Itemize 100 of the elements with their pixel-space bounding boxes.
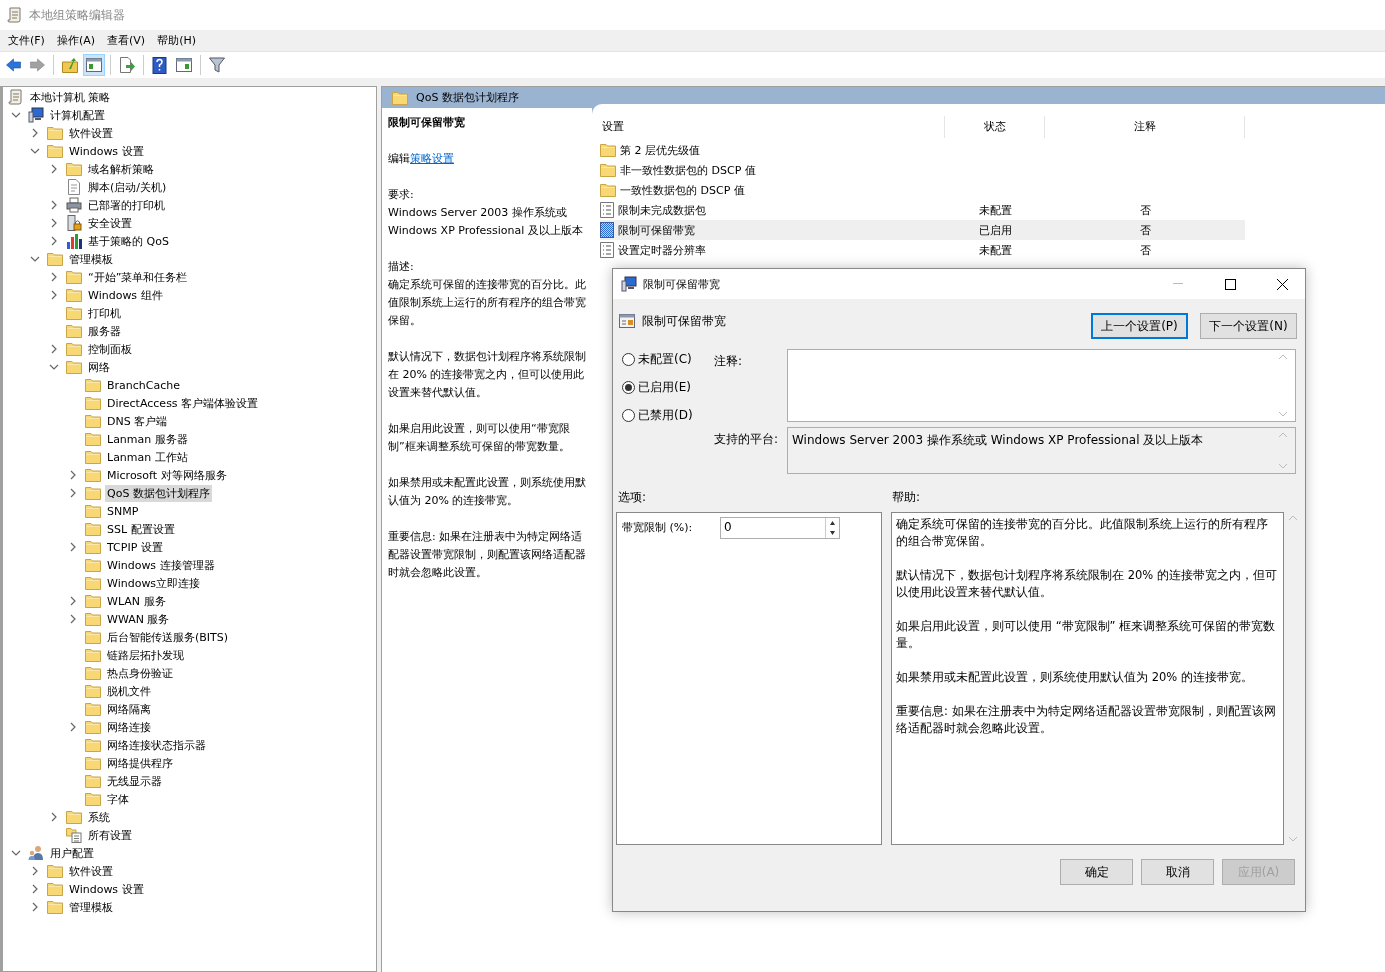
tree-item[interactable]: 基于策略的 QoS — [86, 232, 171, 250]
menu-item[interactable]: 查看(V) — [101, 33, 152, 48]
tree-item[interactable]: 域名解析策略 — [86, 160, 156, 178]
radio-icon[interactable] — [622, 352, 635, 366]
tree-item[interactable]: 控制面板 — [86, 340, 134, 358]
tree-item[interactable]: 网络隔离 — [105, 700, 153, 718]
tree-item[interactable]: “开始”菜单和任务栏 — [86, 268, 190, 286]
radio-option[interactable]: 未配置(C) — [622, 350, 714, 368]
chevron-icon[interactable] — [30, 146, 40, 156]
menu-item[interactable]: 文件(F) — [2, 33, 51, 48]
tree-item[interactable]: 服务器 — [86, 322, 123, 340]
chevron-icon[interactable] — [49, 272, 59, 282]
chevron-icon[interactable] — [11, 110, 21, 120]
table-row[interactable]: 非一致性数据包的 DSCP 值 — [600, 160, 1245, 180]
chevron-icon[interactable] — [49, 164, 59, 174]
tree-item[interactable]: DirectAccess 客户端体验设置 — [105, 394, 261, 412]
policy-settings-link[interactable]: 策略设置 — [410, 152, 454, 165]
tree-item[interactable]: 打印机 — [86, 304, 123, 322]
chevron-icon[interactable] — [49, 362, 59, 372]
tree-item[interactable]: TCPIP 设置 — [105, 538, 165, 556]
cancel-button[interactable]: 取消 — [1141, 859, 1214, 885]
chevron-icon[interactable] — [68, 488, 78, 498]
chevron-icon[interactable] — [68, 614, 78, 624]
chevron-icon[interactable] — [11, 848, 21, 858]
tree-item[interactable]: 管理模板 — [67, 898, 115, 916]
chevron-icon[interactable] — [30, 884, 40, 894]
back-arrow-icon[interactable] — [4, 57, 22, 73]
chevron-icon[interactable] — [68, 722, 78, 732]
tree-item[interactable]: 网络连接状态指示器 — [105, 736, 208, 754]
tree-item[interactable]: 网络连接 — [105, 718, 153, 736]
filter-icon[interactable] — [209, 57, 225, 73]
folder-up-icon[interactable] — [62, 57, 78, 73]
radio-option[interactable]: 已禁用(D) — [622, 406, 714, 424]
chevron-icon[interactable] — [68, 596, 78, 606]
tree-item[interactable]: SSL 配置设置 — [105, 520, 177, 538]
tree-item[interactable]: Windows 组件 — [86, 286, 165, 304]
tree-item[interactable]: 热点身份验证 — [105, 664, 175, 682]
tree-item[interactable]: 后台智能传送服务(BITS) — [105, 628, 231, 646]
tree-item[interactable]: 脚本(启动/关机) — [86, 178, 169, 196]
number-field[interactable]: 0 — [720, 517, 840, 539]
maximize-icon[interactable] — [1224, 278, 1236, 290]
tree-item[interactable]: WLAN 服务 — [105, 592, 168, 610]
chevron-icon[interactable] — [49, 200, 59, 210]
close-icon[interactable] — [1276, 278, 1288, 290]
column-header[interactable]: 注释 — [1045, 116, 1245, 138]
tree-item[interactable]: DNS 客户端 — [105, 412, 170, 430]
menu-item[interactable]: 操作(A) — [50, 33, 102, 48]
tree-item[interactable]: Microsoft 对等网络服务 — [105, 466, 229, 484]
tree-item[interactable]: 字体 — [105, 790, 131, 808]
tree-item[interactable]: 安全设置 — [86, 214, 134, 232]
chevron-icon[interactable] — [49, 290, 59, 300]
column-header[interactable]: 设置 — [600, 116, 945, 138]
chevron-icon[interactable] — [49, 236, 59, 246]
tree-item[interactable]: 所有设置 — [86, 826, 134, 844]
tree-item[interactable]: Windows 设置 — [67, 880, 146, 898]
help-icon[interactable] — [152, 56, 168, 74]
tree-item[interactable]: Lanman 服务器 — [105, 430, 190, 448]
action-pane-icon[interactable] — [176, 57, 192, 73]
export-list-icon[interactable] — [119, 57, 135, 73]
tree-item[interactable]: 脱机文件 — [105, 682, 153, 700]
tree-item[interactable]: Windows 设置 — [67, 142, 146, 160]
chevron-icon[interactable] — [49, 344, 59, 354]
tree-item[interactable]: Windows 连接管理器 — [105, 556, 217, 574]
tree-item[interactable]: 无线显示器 — [105, 772, 164, 790]
tree-item[interactable]: SNMP — [105, 502, 141, 520]
chevron-icon[interactable] — [30, 128, 40, 138]
chevron-icon[interactable] — [49, 812, 59, 822]
table-row[interactable]: 限制未完成数据包 未配置 否 — [600, 200, 1245, 220]
tree-item[interactable]: Windows立即连接 — [105, 574, 203, 592]
tree-item[interactable]: 网络提供程序 — [105, 754, 175, 772]
menu-item[interactable]: 帮助(H) — [151, 33, 202, 48]
chevron-icon[interactable] — [30, 902, 40, 912]
radio-icon[interactable] — [622, 408, 635, 422]
tree-item[interactable]: BranchCache — [105, 376, 182, 394]
tree-item[interactable]: Lanman 工作站 — [105, 448, 190, 466]
tree-item[interactable]: 本地计算机 策略 — [28, 88, 113, 106]
radio-icon[interactable] — [622, 380, 635, 394]
tree-item[interactable]: 系统 — [86, 808, 112, 826]
radio-option[interactable]: 已启用(E) — [622, 378, 714, 396]
column-header[interactable]: 状态 — [945, 116, 1045, 138]
tree-item[interactable]: QoS 数据包计划程序 — [105, 484, 212, 502]
table-row[interactable]: 第 2 层优先级值 — [600, 140, 1245, 160]
chevron-icon[interactable] — [49, 218, 59, 228]
table-row[interactable]: 设置定时器分辨率 未配置 否 — [600, 240, 1245, 260]
chevron-icon[interactable] — [68, 470, 78, 480]
tree-item[interactable]: 软件设置 — [67, 862, 115, 880]
tree-item[interactable]: 计算机配置 — [48, 106, 107, 124]
chevron-icon[interactable] — [30, 866, 40, 876]
next-setting-button[interactable]: 下一个设置(N) — [1200, 313, 1297, 339]
tree-pane-icon[interactable] — [86, 57, 102, 73]
table-row[interactable]: 一致性数据包的 DSCP 值 — [600, 180, 1245, 200]
tree-item[interactable]: 网络 — [86, 358, 112, 376]
previous-setting-button[interactable]: 上一个设置(P) — [1091, 313, 1188, 339]
table-row[interactable]: 限制可保留带宽 已启用 否 — [600, 220, 1245, 240]
tree-item[interactable]: 已部署的打印机 — [86, 196, 167, 214]
tree-item[interactable]: 链路层拓扑发现 — [105, 646, 186, 664]
chevron-icon[interactable] — [68, 542, 78, 552]
tree-item[interactable]: 管理模板 — [67, 250, 115, 268]
tree-item[interactable]: 用户配置 — [48, 844, 96, 862]
chevron-icon[interactable] — [30, 254, 40, 264]
